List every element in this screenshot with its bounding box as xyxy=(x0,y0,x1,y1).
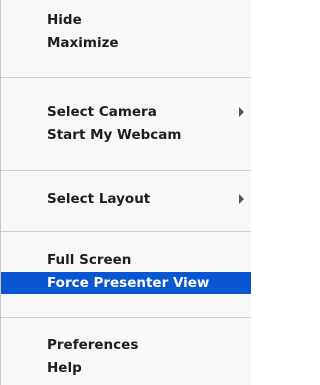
menu-item-select-camera[interactable]: Select Camera xyxy=(1,101,251,123)
menu-item-label: Full Screen xyxy=(47,252,132,268)
menu-item-label: Preferences xyxy=(47,337,139,353)
menu-item-maximize[interactable]: Maximize xyxy=(1,32,251,54)
menu-item-force-presenter-view[interactable]: Force Presenter View xyxy=(1,272,251,294)
menu-item-select-layout[interactable]: Select Layout xyxy=(1,188,251,210)
menu-item-label: Select Layout xyxy=(47,191,151,207)
menu-separator xyxy=(1,231,251,232)
menu-item-preferences[interactable]: Preferences xyxy=(1,334,251,356)
menu-separator xyxy=(1,317,251,318)
menu-item-label: Select Camera xyxy=(47,104,157,120)
chevron-right-icon xyxy=(239,107,244,117)
menu-item-start-my-webcam[interactable]: Start My Webcam xyxy=(1,124,251,146)
menu-item-label: Help xyxy=(47,360,82,376)
menu-item-label: Maximize xyxy=(47,35,119,51)
menu-item-help[interactable]: Help xyxy=(1,357,251,379)
context-menu: Hide Maximize Select Camera Start My Web… xyxy=(0,0,251,385)
chevron-right-icon xyxy=(239,194,244,204)
menu-item-full-screen[interactable]: Full Screen xyxy=(1,249,251,271)
menu-item-label: Hide xyxy=(47,12,82,28)
menu-separator xyxy=(1,170,251,171)
menu-item-label: Force Presenter View xyxy=(47,275,210,291)
menu-separator xyxy=(1,77,251,78)
menu-item-hide[interactable]: Hide xyxy=(1,9,251,31)
menu-item-label: Start My Webcam xyxy=(47,127,182,143)
